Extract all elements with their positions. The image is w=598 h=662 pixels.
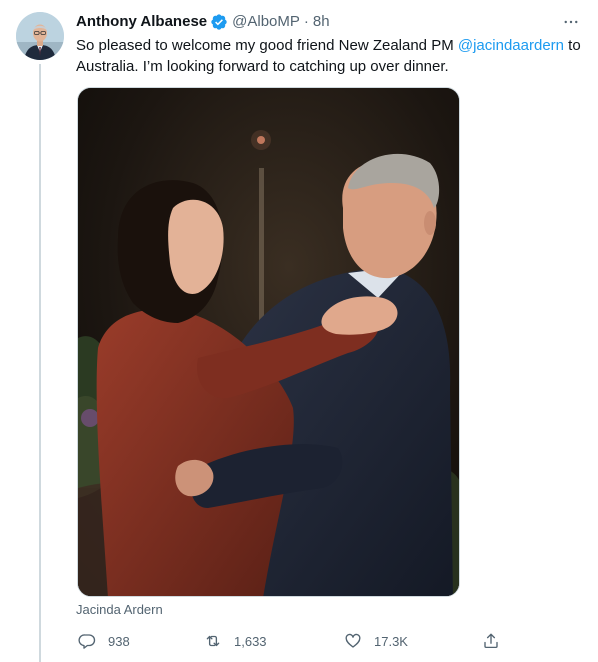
- retweet-button[interactable]: 1,633: [204, 628, 267, 654]
- tweet-photo[interactable]: [77, 87, 460, 597]
- retweet-count: 1,633: [234, 633, 267, 649]
- tweet-header: Anthony Albanese @AlboMP · 8h: [76, 11, 582, 33]
- timestamp[interactable]: 8h: [313, 12, 330, 32]
- action-bar: 938 1,633 17.3K: [76, 628, 516, 654]
- media-tag[interactable]: Jacinda Ardern: [76, 602, 163, 618]
- photo-embrace: [78, 88, 459, 596]
- reply-button[interactable]: 938: [78, 628, 130, 654]
- thread-line: [39, 64, 41, 662]
- avatar[interactable]: [16, 12, 64, 60]
- tweet-card[interactable]: Anthony Albanese @AlboMP · 8h So pleased…: [0, 0, 598, 662]
- verified-badge-icon: [210, 13, 228, 31]
- author-name[interactable]: Anthony Albanese: [76, 12, 207, 32]
- like-count: 17.3K: [374, 633, 408, 649]
- tweet-text-start: So pleased to welcome my good friend New…: [76, 37, 458, 54]
- heart-icon: [345, 633, 361, 648]
- separator-dot: ·: [303, 13, 309, 30]
- share-button[interactable]: [482, 628, 512, 654]
- reply-icon: [78, 634, 96, 649]
- share-icon: [484, 633, 498, 649]
- reply-count: 938: [108, 633, 130, 649]
- like-button[interactable]: 17.3K: [344, 628, 408, 654]
- avatar-photo: [16, 12, 64, 60]
- more-options-icon[interactable]: [560, 11, 582, 33]
- tweet-text: So pleased to welcome my good friend New…: [76, 35, 588, 77]
- retweet-icon: [206, 635, 220, 647]
- mention-link[interactable]: @jacindaardern: [458, 37, 564, 54]
- author-handle[interactable]: @AlboMP: [232, 12, 300, 32]
